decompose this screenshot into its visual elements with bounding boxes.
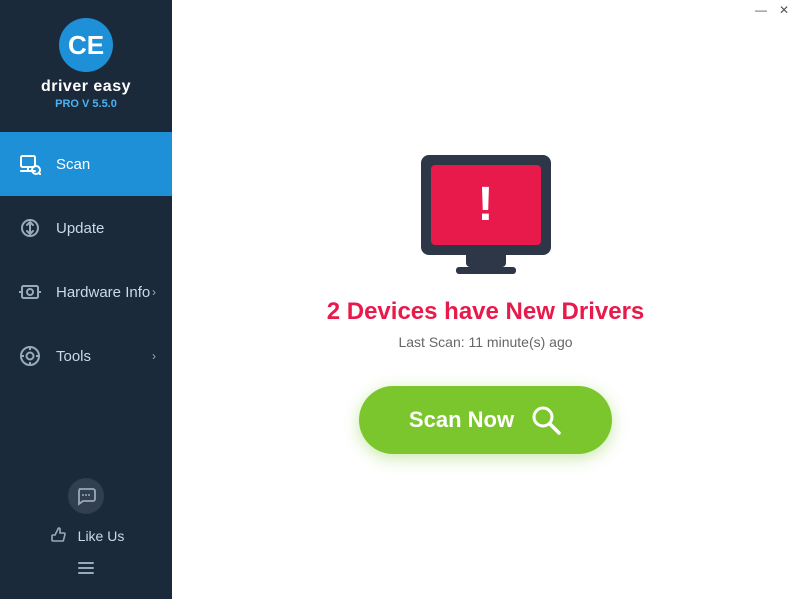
- minimize-button[interactable]: —: [755, 4, 767, 16]
- app-version: PRO V 5.5.0: [55, 98, 117, 110]
- sidebar-item-scan[interactable]: Scan: [0, 132, 172, 196]
- scan-search-icon: [530, 404, 562, 436]
- monitor-stand: [466, 255, 506, 267]
- app-name: driver easy: [41, 78, 131, 96]
- sidebar-item-scan-label: Scan: [56, 156, 156, 173]
- sidebar-item-update-label: Update: [56, 220, 156, 237]
- sidebar-item-hardware-info[interactable]: Hardware Info ›: [0, 260, 172, 324]
- monitor-illustration: !: [421, 155, 551, 274]
- titlebar: — ✕: [739, 0, 799, 20]
- monitor-screen: !: [431, 165, 541, 245]
- last-scan-label: Last Scan: 11 minute(s) ago: [398, 334, 572, 350]
- svg-text:CE: CE: [68, 30, 104, 60]
- chat-button[interactable]: [68, 478, 104, 514]
- scan-nav-icon: [16, 150, 44, 178]
- thumbs-up-icon: [48, 526, 68, 546]
- sidebar-item-hardware-info-label: Hardware Info: [56, 284, 152, 301]
- tools-arrow-icon: ›: [152, 349, 156, 363]
- hardware-info-nav-icon: [16, 278, 44, 306]
- list-icon[interactable]: [76, 558, 96, 583]
- sidebar-nav: Scan Update: [0, 132, 172, 466]
- monitor-base: [456, 267, 516, 274]
- alert-title: 2 Devices have New Drivers: [327, 298, 645, 326]
- like-us-item[interactable]: Like Us: [48, 526, 125, 546]
- tools-nav-icon: [16, 342, 44, 370]
- sidebar-item-tools-label: Tools: [56, 348, 152, 365]
- monitor-body: !: [421, 155, 551, 255]
- scan-now-label: Scan Now: [409, 407, 514, 433]
- hardware-info-arrow-icon: ›: [152, 285, 156, 299]
- app-logo-icon: CE: [59, 18, 113, 72]
- like-us-label: Like Us: [78, 528, 125, 544]
- sidebar-logo: CE driver easy PRO V 5.5.0: [0, 0, 172, 124]
- main-content: ! 2 Devices have New Drivers Last Scan: …: [172, 0, 799, 599]
- sidebar-item-update[interactable]: Update: [0, 196, 172, 260]
- update-nav-icon: [16, 214, 44, 242]
- sidebar: CE driver easy PRO V 5.5.0 Scan: [0, 0, 172, 599]
- sidebar-bottom: Like Us: [0, 466, 172, 599]
- scan-now-button[interactable]: Scan Now: [359, 386, 612, 454]
- sidebar-item-tools[interactable]: Tools ›: [0, 324, 172, 388]
- close-button[interactable]: ✕: [779, 4, 789, 16]
- chat-icon: [76, 486, 96, 506]
- exclamation-icon: !: [478, 181, 494, 229]
